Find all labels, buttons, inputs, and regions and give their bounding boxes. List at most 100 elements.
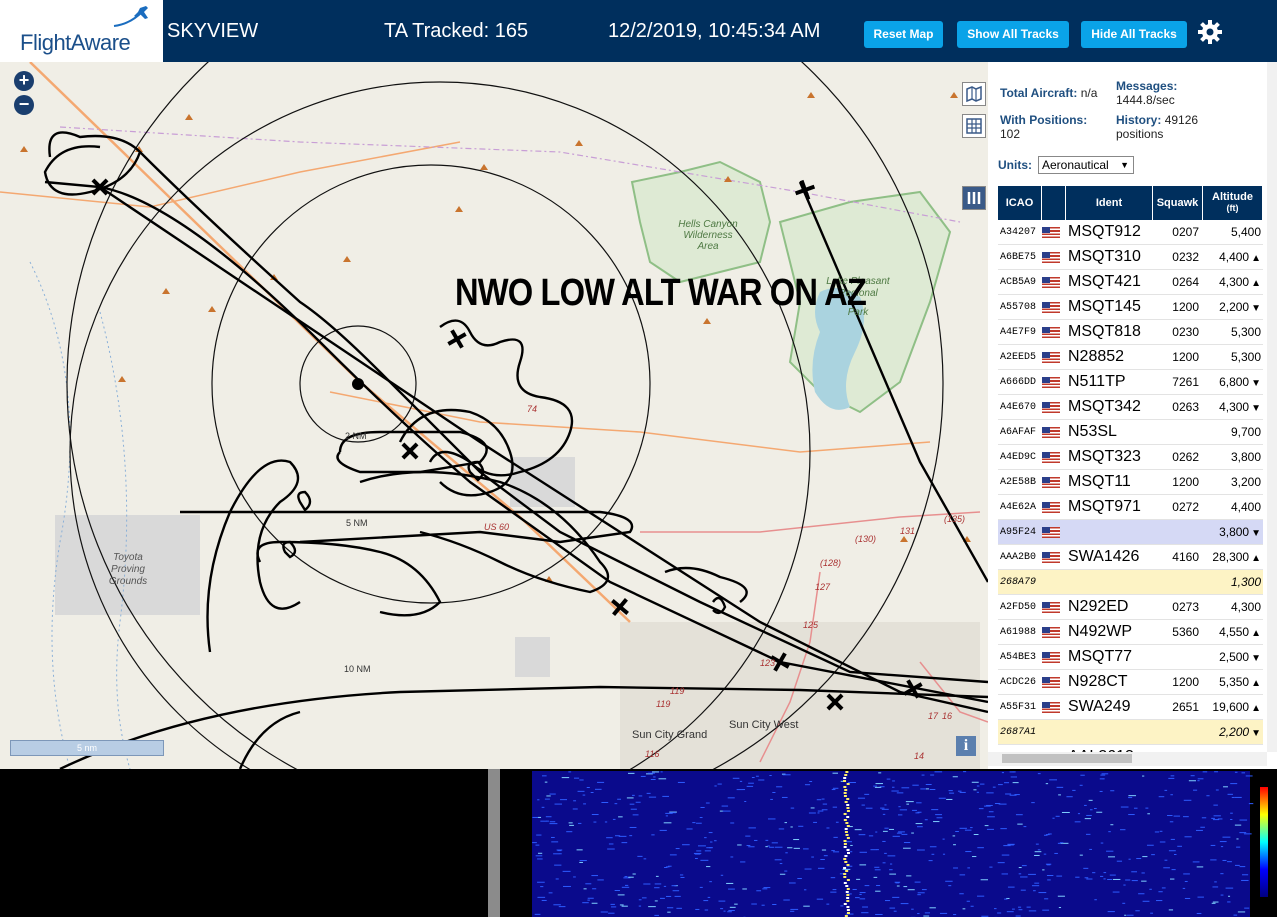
total-aircraft-value: n/a <box>1080 86 1098 100</box>
map-canvas[interactable]: 2 NM 5 NM 10 NM Hells Canyon Wilderness … <box>0 62 988 769</box>
us-flag-icon <box>1042 252 1060 264</box>
descending-arrow-icon: ▼ <box>1251 378 1261 389</box>
column-toggle-icon[interactable] <box>962 186 986 210</box>
range-label-5nm: 5 NM <box>346 518 368 528</box>
altitude-cell: 9,700 <box>1203 425 1263 439</box>
table-row[interactable]: A2EED5 N28852 1200 5,300 <box>998 345 1263 370</box>
flag-cell <box>1042 675 1066 689</box>
descending-arrow-icon: ▼ <box>1251 728 1261 739</box>
toyota-label-3: Grounds <box>109 576 147 587</box>
table-header: ICAO Ident Squawk Altitude (ft) <box>998 186 1263 220</box>
flag-cell <box>1042 550 1066 564</box>
altitude-cell: 4,550 ▲ <box>1203 625 1263 639</box>
col-squawk[interactable]: Squawk <box>1153 186 1203 220</box>
table-row[interactable]: A6BE75 MSQT310 0232 4,400 ▲ <box>998 245 1263 270</box>
flag-cell <box>1042 650 1066 664</box>
col-flag[interactable] <box>1042 186 1066 220</box>
map-layers-icon[interactable] <box>962 82 986 106</box>
flag-cell <box>1042 475 1066 489</box>
messages-stat: Messages: 1444.8/sec <box>1116 79 1177 107</box>
table-row[interactable]: A55708 MSQT145 1200 2,200 ▼ <box>998 295 1263 320</box>
altitude-value: 3,200 <box>1230 475 1261 489</box>
table-row[interactable]: A6AFAF N53SL 9,700 <box>998 420 1263 445</box>
grid-toggle-icon[interactable] <box>962 114 986 138</box>
altitude-cell: 2,500 ▼ <box>1203 650 1263 664</box>
table-row[interactable]: A2E58B MSQT11 1200 3,200 <box>998 470 1263 495</box>
table-row[interactable]: A2FD50 N292ED 0273 4,300 <box>998 595 1263 620</box>
table-row[interactable]: A61988 N492WP 5360 4,550 ▲ <box>998 620 1263 645</box>
units-select[interactable]: Aeronautical ▼ <box>1038 156 1134 174</box>
descending-arrow-icon: ▼ <box>1251 528 1261 539</box>
dropdown-arrow-icon: ▼ <box>1120 160 1129 170</box>
zoom-out-button[interactable]: − <box>14 95 34 115</box>
flag-cell <box>1042 700 1066 714</box>
sidebar-horizontal-scrollbar[interactable] <box>988 752 1267 766</box>
flag-cell <box>1042 325 1066 339</box>
altitude-cell: 3,200 <box>1203 475 1263 489</box>
reset-map-button[interactable]: Reset Map <box>864 21 943 48</box>
units-value: Aeronautical <box>1042 158 1109 172</box>
table-row[interactable]: A54BE3 MSQT77 2,500 ▼ <box>998 645 1263 670</box>
flag-cell <box>1042 275 1066 289</box>
altitude-value: 3,800 <box>1230 450 1261 464</box>
road-label-127: 127 <box>815 582 831 592</box>
altitude-value: 4,300 <box>1219 275 1250 289</box>
col-icao[interactable]: ICAO <box>998 186 1042 220</box>
table-row[interactable]: ACB5A9 MSQT421 0264 4,300 ▲ <box>998 270 1263 295</box>
table-row[interactable]: AAA2B0 SWA1426 4160 28,300 ▲ <box>998 545 1263 570</box>
table-row[interactable]: ACDC26 N928CT 1200 5,350 ▲ <box>998 670 1263 695</box>
flightaware-logo[interactable]: FlightAware <box>0 0 163 62</box>
table-row[interactable]: A55F31 SWA249 2651 19,600 ▲ <box>998 695 1263 720</box>
table-row[interactable]: A4E670 MSQT342 0263 4,300 ▼ <box>998 395 1263 420</box>
altitude-cell: 3,800 ▼ <box>1203 525 1263 539</box>
col-altitude[interactable]: Altitude (ft) <box>1203 186 1263 220</box>
climbing-arrow-icon: ▲ <box>1251 678 1261 689</box>
us-flag-icon <box>1042 502 1060 514</box>
table-row[interactable]: 2687A1 2,200 ▼ <box>998 720 1263 745</box>
climbing-arrow-icon: ▲ <box>1251 703 1261 714</box>
road-label-119a: 119 <box>670 686 684 696</box>
zoom-in-button[interactable]: + <box>14 71 34 91</box>
ident-cell: MSQT310 <box>1068 248 1141 265</box>
hells-canyon-label-1: Hells Canyon <box>678 219 738 230</box>
flag-cell <box>1042 425 1066 439</box>
table-row[interactable]: A4E7F9 MSQT818 0230 5,300 <box>998 320 1263 345</box>
squawk-cell: 0230 <box>1172 325 1199 339</box>
icao-cell: A55708 <box>1000 301 1037 313</box>
panel-divider[interactable] <box>488 769 500 917</box>
sidebar-vertical-scrollbar[interactable] <box>1267 62 1277 752</box>
clock: 12/2/2019, 10:45:34 AM <box>608 20 821 42</box>
table-row[interactable]: A4ED9C MSQT323 0262 3,800 <box>998 445 1263 470</box>
history-unit: positions <box>1116 127 1164 141</box>
col-ident[interactable]: Ident <box>1066 186 1153 220</box>
show-all-tracks-button[interactable]: Show All Tracks <box>957 21 1069 48</box>
squawk-cell: 1200 <box>1172 300 1199 314</box>
altitude-cell: 28,300 ▲ <box>1203 550 1263 564</box>
app-title: SKYVIEW <box>167 20 259 42</box>
with-positions-label: With Positions: <box>1000 113 1088 127</box>
us-flag-icon <box>1042 652 1060 664</box>
gear-icon[interactable] <box>1197 19 1223 45</box>
scrollbar-thumb[interactable] <box>1002 754 1132 763</box>
squawk-cell: 1200 <box>1172 475 1199 489</box>
table-row[interactable]: A95F24 3,800 ▼ <box>998 520 1263 545</box>
road-label-16: 16 <box>942 711 952 721</box>
flag-cell <box>1042 625 1066 639</box>
range-label-2nm: 2 NM <box>345 431 367 441</box>
ident-cell: MSQT145 <box>1068 298 1141 315</box>
table-row[interactable]: A666DD N511TP 7261 6,800 ▼ <box>998 370 1263 395</box>
map-view[interactable]: 2 NM 5 NM 10 NM Hells Canyon Wilderness … <box>0 62 988 769</box>
table-row[interactable]: A34207 MSQT912 0207 5,400 <box>998 220 1263 245</box>
icao-cell: AAA2B0 <box>1000 551 1037 563</box>
top-bar: FlightAware SKYVIEW TA Tracked: 165 12/2… <box>0 0 1277 62</box>
table-row[interactable]: 268A79 1,300 <box>998 570 1263 595</box>
squawk-cell: 0272 <box>1172 500 1199 514</box>
table-row[interactable]: A4E62A MSQT971 0272 4,400 <box>998 495 1263 520</box>
icao-cell: 268A79 <box>1000 576 1037 588</box>
info-icon[interactable]: i <box>956 736 976 756</box>
icao-cell: A4ED9C <box>1000 451 1037 463</box>
hide-all-tracks-button[interactable]: Hide All Tracks <box>1081 21 1187 48</box>
icao-cell: 2687A1 <box>1000 726 1037 738</box>
messages-label: Messages: <box>1116 79 1178 93</box>
plane-logo-icon <box>113 6 148 27</box>
